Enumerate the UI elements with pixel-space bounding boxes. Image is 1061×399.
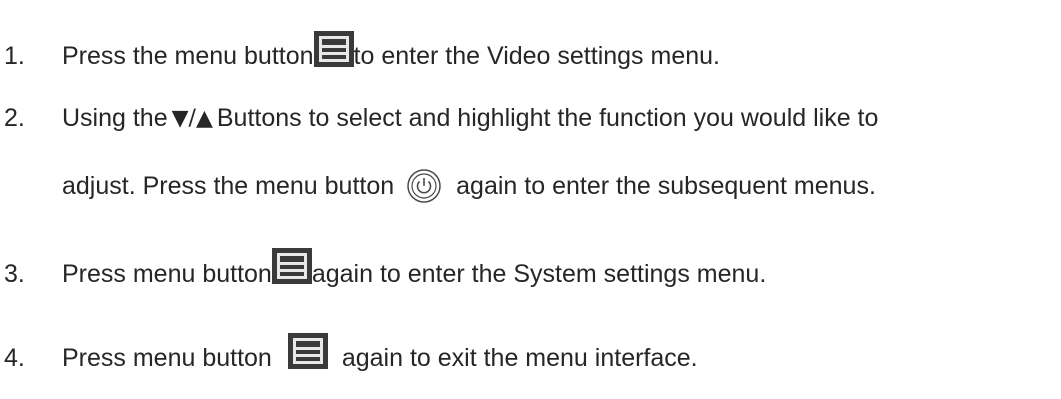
step-number: 2.	[4, 104, 25, 132]
step-text-after: to enter the Video settings menu.	[353, 42, 720, 70]
step-number: 3.	[4, 260, 25, 288]
step-text: Press the menu button to enter the Video…	[62, 30, 720, 70]
step-text-before: Press menu button	[62, 260, 272, 288]
step-text: Using the ▼/▲ Buttons to select and high…	[62, 106, 878, 131]
power-icon	[407, 169, 441, 203]
step-text-before: Press menu button	[62, 344, 272, 372]
step-text-after: again to exit the menu interface.	[341, 344, 698, 372]
step-text-continuation-before: adjust. Press the menu button	[62, 171, 395, 200]
step-2-continuation: adjust. Press the menu button again to e…	[62, 168, 876, 204]
step-text: Press menu button again to enter the Sys…	[62, 247, 767, 288]
step-text-before: Press the menu button	[62, 42, 314, 70]
step-text-after: again to enter the System settings menu.	[311, 260, 767, 288]
step-text-after: Buttons to select and highlight the func…	[216, 104, 879, 132]
down-up-arrows: ▼/▲	[171, 105, 213, 131]
step-number: 4.	[4, 344, 25, 372]
menu-icon	[313, 30, 354, 67]
step-text-continuation-after: again to enter the subsequent menus.	[456, 171, 876, 200]
step-number: 1.	[4, 42, 25, 70]
menu-icon	[271, 247, 312, 284]
menu-icon	[287, 332, 328, 369]
step-text: Press menu button again to exit the menu…	[62, 332, 698, 372]
step-text-before: Using the	[62, 104, 168, 132]
